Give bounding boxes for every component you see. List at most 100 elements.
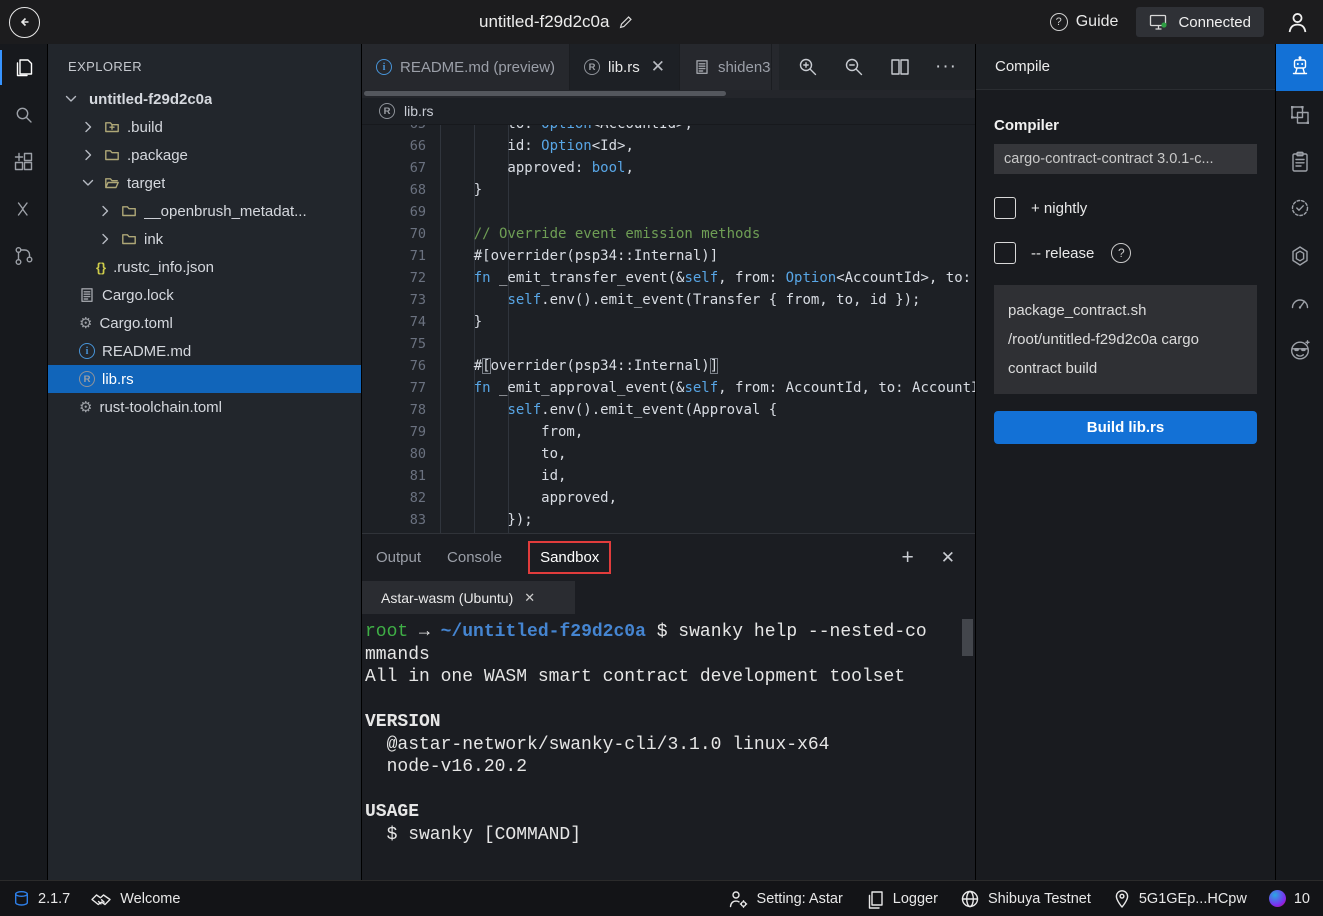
collapse-icon [12, 197, 36, 221]
clipboard-icon [1288, 150, 1312, 174]
search-icon [12, 103, 36, 127]
status-item-setting-astar[interactable]: Setting: Astar [727, 889, 843, 909]
tree-item-label: Cargo.lock [102, 287, 174, 304]
activity-item-robot[interactable] [1276, 44, 1323, 91]
tree-item-package[interactable]: .package [48, 141, 361, 169]
terminal-tab-astar-wasm[interactable]: Astar-wasm (Ubuntu) ✕ [362, 581, 575, 614]
tree-item-openbrush-metadat[interactable]: __openbrush_metadat... [48, 197, 361, 225]
tree-item-readme-md[interactable]: iREADME.md [48, 337, 361, 365]
chevron-right-icon [96, 231, 114, 247]
activity-item-certificate[interactable] [1276, 185, 1323, 232]
status-item-10[interactable]: 10 [1269, 890, 1310, 907]
activity-item-files[interactable] [0, 44, 48, 91]
tab-scrollbar[interactable] [362, 90, 975, 98]
status-item-logger[interactable]: Logger [865, 889, 938, 909]
activity-item-cool-face[interactable] [1276, 326, 1323, 373]
user-avatar-icon[interactable] [1284, 9, 1311, 36]
tab-lib-rs[interactable]: Rlib.rs✕ [570, 44, 680, 90]
panel-tab-sandbox[interactable]: Sandbox [528, 541, 611, 574]
folder-build-icon [104, 119, 120, 135]
panel-tabbar: Output Console Sandbox + ✕ [362, 534, 975, 581]
activity-item-clipboard[interactable] [1276, 138, 1323, 185]
folder-icon [121, 231, 137, 247]
status-item-2-1-7[interactable]: 2.1.7 [13, 890, 70, 907]
explorer-sidebar: EXPLORER untitled-f29d2c0a.build.package… [48, 44, 362, 880]
activity-item-search[interactable] [0, 91, 48, 138]
back-button[interactable] [9, 7, 40, 38]
breadcrumb-file[interactable]: lib.rs [404, 103, 434, 119]
activity-item-collapse[interactable] [0, 185, 48, 232]
tree-item-rust-toolchain-toml[interactable]: ⚙rust-toolchain.toml [48, 393, 361, 421]
tree-item-build[interactable]: .build [48, 113, 361, 141]
status-bar: 2.1.7 Welcome Setting: Astar Logger Shibuya… [0, 880, 1323, 916]
terminal-line: $ swanky [COMMAND] [365, 824, 951, 847]
terminal-line [365, 779, 951, 802]
activity-item-gauge[interactable] [1276, 279, 1323, 326]
connected-button[interactable]: Connected [1136, 7, 1264, 37]
tree-item-cargo-lock[interactable]: Cargo.lock [48, 281, 361, 309]
chevron-down-icon [79, 175, 97, 191]
folder-open-icon [104, 175, 120, 191]
activity-bar-right [1275, 44, 1323, 880]
status-item-label: Welcome [120, 891, 180, 907]
edit-title-icon[interactable] [618, 14, 634, 30]
editor-toolbar: ··· [779, 44, 975, 90]
close-tab-icon[interactable]: ✕ [651, 57, 665, 77]
panel-tab-output[interactable]: Output [376, 549, 421, 566]
panel-tab-console[interactable]: Console [447, 549, 502, 566]
tab-shiden34[interactable]: shiden34 [680, 44, 772, 90]
release-help-icon[interactable]: ? [1111, 243, 1131, 263]
terminal-line [365, 689, 951, 712]
tree-item-lib-rs[interactable]: Rlib.rs [48, 365, 361, 393]
terminal-tabbar: Astar-wasm (Ubuntu) ✕ [362, 581, 975, 614]
status-item-5g1gep-hcpw[interactable]: 5G1GEp...HCpw [1113, 889, 1247, 909]
activity-item-openai[interactable] [1276, 232, 1323, 279]
info-icon: i [79, 343, 95, 359]
activity-item-source-control[interactable] [0, 232, 48, 279]
guide-button[interactable]: ? Guide [1050, 13, 1119, 31]
code-line-76: 76 #[overrider(psp34::Internal)] [362, 355, 975, 377]
terminal-line: root → ~/untitled-f29d2c0a $ swanky help… [365, 621, 951, 644]
tree-item-ink[interactable]: ink [48, 225, 361, 253]
tree-item-untitled-f29d2c0a[interactable]: untitled-f29d2c0a [48, 85, 361, 113]
tree-item-label: lib.rs [102, 371, 134, 388]
doc-icon [694, 59, 710, 75]
rust-icon: R [379, 103, 395, 119]
nightly-label: + nightly [1031, 200, 1087, 217]
tab-label: lib.rs [608, 59, 640, 76]
nightly-checkbox[interactable] [994, 197, 1016, 219]
activity-item-extensions[interactable] [0, 138, 48, 185]
code-line-73: 73 self.env().emit_event(Transfer { from… [362, 289, 975, 311]
monitor-connected-icon [1149, 13, 1169, 31]
frame-icon [1288, 103, 1312, 127]
compiler-select[interactable]: cargo-contract-contract 3.0.1-c... [994, 144, 1257, 174]
tree-item-cargo-toml[interactable]: ⚙Cargo.toml [48, 309, 361, 337]
code-line-78: 78 self.env().emit_event(Approval { [362, 399, 975, 421]
certificate-icon [1288, 197, 1312, 221]
tree-item-target[interactable]: target [48, 169, 361, 197]
line-number: 78 [362, 402, 426, 418]
status-item-welcome[interactable]: Welcome [90, 890, 180, 908]
terminal-output[interactable]: root → ~/untitled-f29d2c0a $ swanky help… [362, 614, 975, 880]
split-icon[interactable] [889, 56, 911, 78]
terminal-line: mmands [365, 644, 951, 667]
terminal-scrollbar[interactable] [962, 619, 973, 656]
code-editor[interactable]: 65 to: Option<AccountId>,66 id: Option<I… [362, 125, 975, 533]
tree-item-rustc-info-json[interactable]: {}.rustc_info.json [48, 253, 361, 281]
zoom-out-icon[interactable] [843, 56, 865, 78]
ide-window: untitled-f29d2c0a ? Guide Connected EXPL… [0, 0, 1323, 916]
new-terminal-icon[interactable]: + [901, 547, 913, 568]
zoom-in-icon[interactable] [797, 56, 819, 78]
build-button[interactable]: Build lib.rs [994, 411, 1257, 444]
copy-icon [865, 889, 885, 909]
line-number: 68 [362, 182, 426, 198]
info-icon: i [376, 59, 392, 75]
close-panel-icon[interactable]: ✕ [941, 549, 955, 566]
more-icon[interactable]: ··· [935, 56, 957, 78]
close-terminal-icon[interactable]: ✕ [524, 590, 535, 606]
release-checkbox[interactable] [994, 242, 1016, 264]
tab-readme-md-preview[interactable]: iREADME.md (preview) [362, 44, 570, 90]
build-command-line: contract build [1008, 354, 1243, 383]
activity-item-frame[interactable] [1276, 91, 1323, 138]
status-item-shibuya-testnet[interactable]: Shibuya Testnet [960, 889, 1091, 909]
